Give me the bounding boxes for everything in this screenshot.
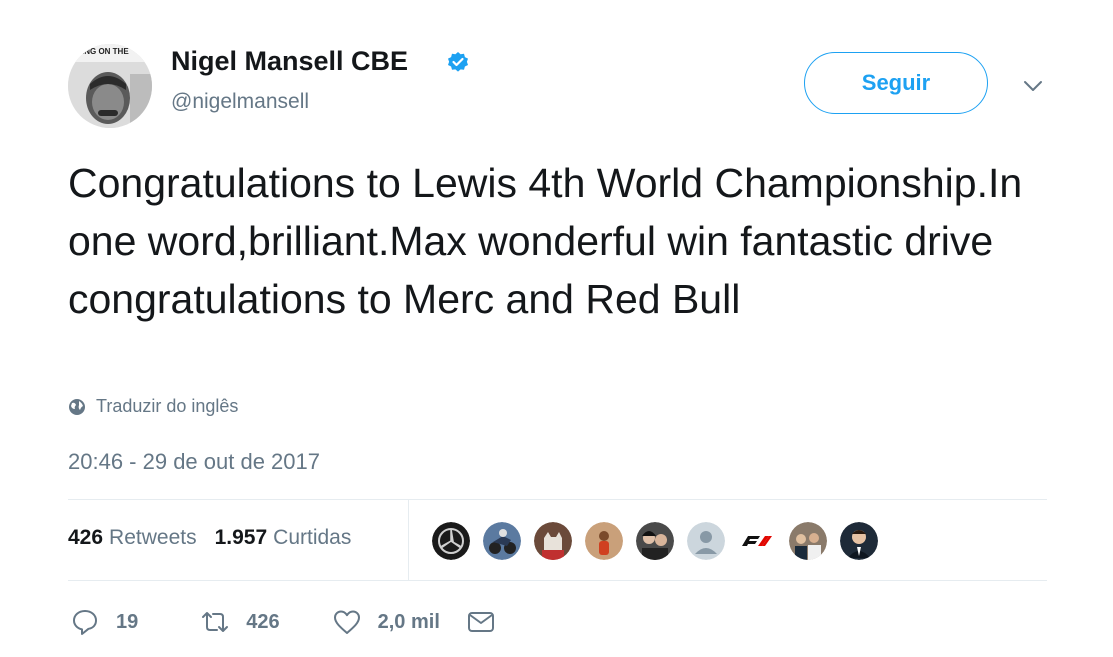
reply-count: 19 (116, 610, 139, 633)
man-avatar-icon (840, 522, 878, 560)
tweet-text: Congratulations to Lewis 4th World Champ… (68, 160, 1023, 322)
author-display-name[interactable]: Nigel Mansell CBE (171, 46, 408, 77)
like-count: 2,0 mil (377, 610, 440, 633)
liker-avatar-motorcycle[interactable] (481, 520, 523, 562)
stats-divider (408, 500, 409, 580)
default-avatar-icon (687, 522, 725, 560)
liker-avatar-person[interactable] (583, 520, 625, 562)
translate-link[interactable]: Traduzir do inglês (68, 396, 238, 417)
chevron-down-icon[interactable] (1019, 72, 1047, 100)
cat-avatar-icon (534, 522, 572, 560)
couple-avatar-icon (636, 522, 674, 560)
f1-logo-icon (738, 522, 776, 560)
heart-icon (333, 610, 360, 634)
liker-avatar-mercedes[interactable] (430, 520, 472, 562)
avatar-caption-text: ING ON THE (82, 47, 129, 56)
liker-avatar-f1[interactable] (736, 520, 778, 562)
author-handle[interactable]: @nigelmansell (171, 90, 309, 114)
envelope-icon (467, 612, 494, 632)
globe-icon (69, 398, 85, 415)
retweet-icon (202, 612, 229, 632)
motorcycle-avatar-icon (483, 522, 521, 560)
author-avatar[interactable]: ING ON THE (68, 44, 152, 128)
divider-bottom (68, 580, 1047, 581)
like-button[interactable]: 2,0 mil (332, 607, 440, 637)
liker-avatars (430, 520, 889, 562)
retweet-button[interactable]: 426 (200, 607, 280, 637)
liker-avatar-couple[interactable] (634, 520, 676, 562)
divider-top (68, 499, 1047, 500)
author-avatar-image: ING ON THE (68, 44, 152, 128)
tweet-action-bar: 19 426 2,0 mil (70, 607, 512, 637)
group-avatar-icon (789, 522, 827, 560)
tweet-stats: 426 Retweets 1.957 Curtidas (68, 526, 369, 550)
liker-avatar-group[interactable] (787, 520, 829, 562)
person-avatar-icon (585, 522, 623, 560)
follow-button[interactable]: Seguir (804, 52, 988, 114)
reply-icon (73, 610, 97, 635)
direct-message-button[interactable] (466, 607, 512, 637)
reply-button[interactable]: 19 (70, 607, 138, 637)
retweet-count: 426 (246, 610, 280, 633)
mercedes-logo-icon (432, 522, 470, 560)
likes-label: Curtidas (273, 526, 352, 549)
liker-avatar-man[interactable] (838, 520, 880, 562)
translate-label: Traduzir do inglês (96, 396, 239, 416)
retweets-stat[interactable]: 426 Retweets (68, 526, 197, 550)
likes-count: 1.957 (214, 526, 268, 549)
retweets-count: 426 (68, 526, 104, 549)
tweet-timestamp[interactable]: 20:46 - 29 de out de 2017 (68, 449, 320, 475)
liker-avatar-cat[interactable] (532, 520, 574, 562)
liker-avatar-default[interactable] (685, 520, 727, 562)
verified-badge-icon (448, 52, 468, 72)
likes-stat[interactable]: 1.957 Curtidas (215, 526, 352, 550)
retweets-label: Retweets (109, 526, 197, 549)
